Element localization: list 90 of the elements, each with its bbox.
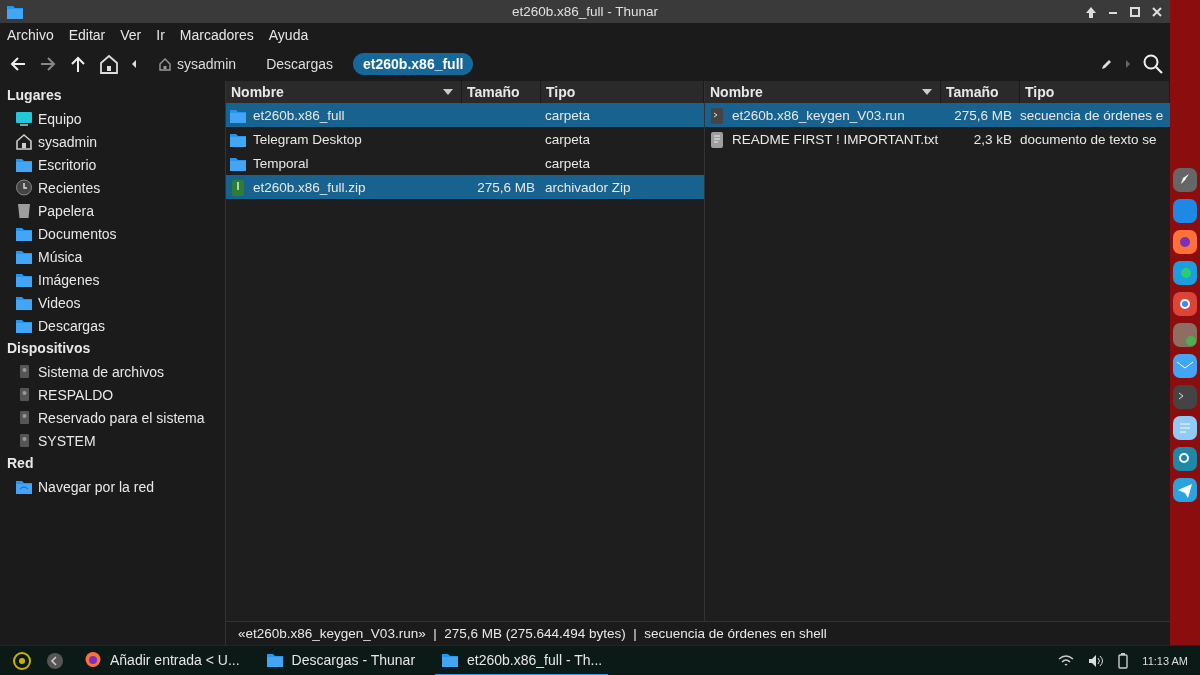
file-name: et260b.x86_full.zip — [253, 179, 366, 195]
file-size: 275,6 MB — [477, 179, 535, 195]
taskbar-button[interactable]: Descargas - Thunar — [259, 645, 422, 675]
browser-icon — [84, 651, 102, 668]
sidebar-item[interactable]: Imágenes — [0, 268, 225, 291]
document-icon[interactable] — [1172, 415, 1198, 441]
maximize-icon[interactable] — [1128, 4, 1142, 19]
sidebar-item[interactable]: Sistema de archivos — [0, 360, 225, 383]
sidebar-item[interactable]: Música — [0, 245, 225, 268]
file-row[interactable]: Telegram Desktop carpeta — [226, 127, 704, 151]
file-row[interactable]: et260b.x86_full.zip 275,6 MB archivador Zip — [226, 175, 704, 199]
house-icon — [15, 133, 33, 150]
home-icon[interactable] — [98, 52, 120, 75]
file-name: Telegram Desktop — [253, 131, 362, 147]
wifi-icon[interactable] — [1058, 653, 1075, 668]
volume-icon[interactable] — [1088, 653, 1105, 668]
section-heading: Red — [6, 454, 35, 473]
folder-icon — [6, 3, 24, 20]
sidebar-item[interactable]: Recientes — [0, 176, 225, 199]
sidebar-item[interactable]: Papelera — [0, 199, 225, 222]
file-row[interactable]: et260b.x86_keygen_V03.run 275,6 MB secuencia de órdenes e — [705, 103, 1170, 127]
sidebar-item[interactable]: sysadmin — [0, 130, 225, 153]
folder-icon — [15, 156, 33, 173]
path-button[interactable]: Descargas — [256, 52, 344, 75]
sort-caret-icon — [443, 89, 453, 95]
text-file-icon — [708, 130, 726, 148]
menu-item[interactable]: Archivo — [7, 26, 54, 43]
file-row[interactable]: et260b.x86_full carpeta — [226, 103, 704, 127]
sidebar-item[interactable]: RESPALDO — [0, 383, 225, 406]
app-menu-icon[interactable] — [12, 650, 32, 671]
file-type: carpeta — [545, 107, 591, 123]
terminal-file-icon — [708, 106, 726, 124]
menu-item[interactable]: Marcadores — [179, 26, 254, 43]
window-title: et260b.x86_full - Thunar — [511, 4, 659, 19]
section-heading: Lugares — [6, 86, 63, 105]
clock-icon — [15, 179, 33, 196]
folder-icon — [15, 317, 33, 334]
file-name: README FIRST ! IMPORTANT.txt — [732, 131, 939, 147]
sidebar-item[interactable]: Navegar por la red — [0, 475, 225, 498]
path-button[interactable]: sysadmin — [148, 52, 247, 75]
folder-icon — [15, 225, 33, 242]
close-icon[interactable] — [1150, 4, 1164, 19]
file-row[interactable]: README FIRST ! IMPORTANT.txt 2,3 kB documento de texto se — [705, 127, 1170, 151]
sidebar-item[interactable]: Equipo — [0, 107, 225, 130]
folder-icon — [15, 271, 33, 288]
file-type: archivador Zip — [545, 179, 631, 195]
house-icon — [158, 56, 172, 71]
sort-caret-icon — [922, 89, 932, 95]
battery-icon[interactable] — [1118, 652, 1129, 669]
path-button[interactable]: et260b.x86_full — [353, 52, 474, 75]
file-name: et260b.x86_full — [253, 107, 345, 123]
sidebar-item[interactable]: Escritorio — [0, 153, 225, 176]
mail-icon[interactable] — [1172, 353, 1198, 379]
send-icon[interactable] — [1172, 477, 1198, 503]
archive-icon — [229, 178, 247, 196]
trash-icon — [15, 202, 33, 219]
file-type: documento de texto se — [1020, 131, 1157, 147]
network-folder-icon — [15, 478, 33, 495]
file-type: carpeta — [545, 155, 591, 171]
file-type: carpeta — [545, 131, 591, 147]
menu-item[interactable]: Ayuda — [268, 26, 309, 43]
folder-icon — [265, 651, 284, 668]
taskbar-button[interactable]: Añadir entrada < U... — [78, 645, 246, 675]
sidebar-item[interactable]: Documentos — [0, 222, 225, 245]
sidebar-item[interactable]: SYSTEM — [0, 429, 225, 452]
right-caret-icon[interactable] — [1124, 58, 1132, 69]
monitor-icon — [15, 110, 33, 127]
menu-item[interactable]: Ver — [120, 26, 142, 43]
file-type: secuencia de órdenes e — [1020, 107, 1164, 123]
browser-icon[interactable] — [1172, 291, 1198, 317]
file-name: et260b.x86_keygen_V03.run — [732, 107, 905, 123]
taskbar-button[interactable]: et260b.x86_full - Th... — [435, 645, 609, 675]
sidebar-item[interactable]: Videos — [0, 291, 225, 314]
file-row[interactable]: Temporal carpeta — [226, 151, 704, 175]
section-heading: Dispositivos — [6, 339, 92, 358]
menu-item[interactable]: Editar — [68, 26, 106, 43]
menu-item[interactable]: Ir — [156, 26, 165, 43]
file-name: Temporal — [253, 155, 309, 171]
clock-text: 11:13 AM — [1142, 654, 1188, 667]
back-circle-icon[interactable] — [46, 651, 64, 670]
browser-icon[interactable] — [1172, 260, 1198, 286]
folder-icon — [15, 294, 33, 311]
folder-icon — [15, 248, 33, 265]
file-size: 2,3 kB — [973, 131, 1012, 147]
file-size: 275,6 MB — [954, 107, 1012, 123]
folder-icon — [441, 651, 460, 668]
folder-icon[interactable] — [1172, 198, 1198, 224]
sidebar-item[interactable]: Descargas — [0, 314, 225, 337]
sidebar-item[interactable]: Reservado para el sistema — [0, 406, 225, 429]
left-caret-icon[interactable] — [130, 58, 138, 69]
